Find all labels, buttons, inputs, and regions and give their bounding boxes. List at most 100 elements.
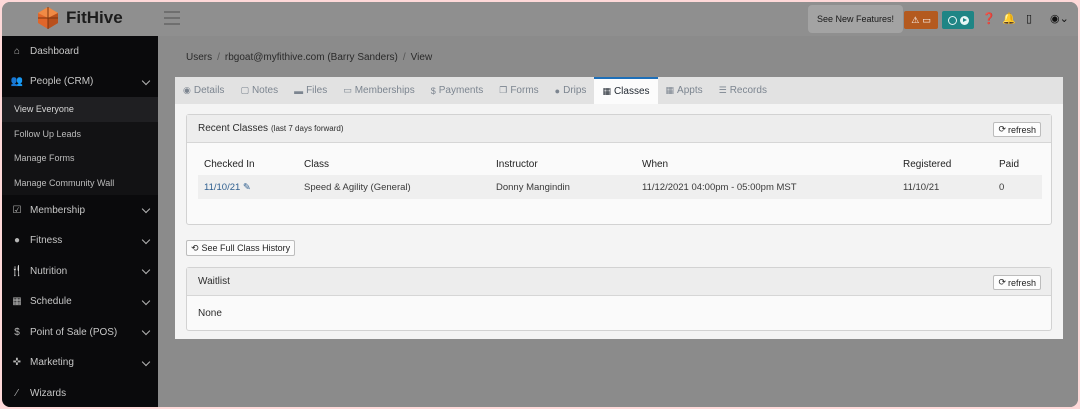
column-header: Paid [999, 158, 1020, 170]
tab-label: Payments [438, 85, 484, 96]
app-name: FitHive [66, 8, 123, 27]
calendar-icon: ▦ [12, 296, 22, 308]
timer-button[interactable] [942, 11, 974, 29]
refresh-button[interactable]: ⟳ refresh [993, 122, 1041, 137]
logo[interactable]: FitHive [36, 6, 123, 30]
sidebar-item-label: Nutrition [30, 265, 68, 277]
checkbox-icon: ☑ [12, 204, 22, 216]
tab-files[interactable]: ▬ Files [286, 77, 335, 104]
history-icon: ⟲ [191, 242, 199, 253]
card-icon: ▭ [922, 14, 931, 25]
chevron-down-icon [141, 204, 151, 214]
class-cell: Speed & Agility (General) [298, 175, 490, 199]
users-icon: 👥 [10, 76, 24, 88]
user-menu-icon[interactable]: ◉⌄ [1050, 13, 1069, 25]
paid-cell: 0 [993, 175, 1042, 199]
alert-button[interactable]: ⚠ ▭ [904, 11, 938, 29]
menu-toggle-icon[interactable] [164, 11, 180, 25]
chevron-down-icon [141, 235, 151, 244]
chevron-down-icon [141, 326, 151, 336]
sidebar-item-label: Fitness [30, 235, 63, 247]
refresh-label: refresh [1007, 124, 1036, 135]
column-header: When [642, 158, 669, 170]
recent-classes-subtitle: (last 7 days forward) [271, 124, 344, 133]
tab-payments[interactable]: $ Payments [423, 77, 491, 104]
id-card-icon: ▭ [343, 85, 352, 95]
column-header: Checked In [204, 158, 255, 170]
sidebar-subitem-view-everyone[interactable]: View Everyone [2, 97, 158, 122]
fitness-icon: ● [13, 235, 21, 247]
user-circle-icon: ◉ [183, 85, 191, 95]
sidebar-item-label: Wizards [30, 387, 67, 399]
edit-icon[interactable]: ✎ [243, 182, 251, 193]
tab-details[interactable]: ◉ Details [175, 77, 232, 104]
refresh-icon: ⟳ [998, 124, 1006, 134]
tab-label: Memberships [354, 85, 415, 96]
sidebar-item-nutrition[interactable]: 🍴 Nutrition [2, 256, 158, 287]
tab-label: Appts [677, 85, 703, 96]
sidebar-item-label: Membership [30, 204, 86, 216]
waitlist-empty-text: None [198, 308, 222, 319]
recent-classes-title: Recent Classes [198, 123, 269, 134]
sidebar-item-fitness[interactable]: ● Fitness [2, 226, 158, 257]
chevron-down-icon [141, 357, 151, 366]
sidebar-item-label: Dashboard [30, 45, 79, 57]
tab-forms[interactable]: ❐ Forms [491, 77, 546, 104]
sidebar-item-schedule[interactable]: ▦ Schedule [2, 287, 158, 318]
tab-label: Records [729, 85, 767, 96]
tab-classes[interactable]: ▦ Classes [594, 77, 658, 104]
refresh-button[interactable]: ⟳ refresh [993, 275, 1041, 290]
wand-icon: ⁄ [16, 387, 18, 399]
refresh-label: refresh [1007, 277, 1036, 288]
dollar-icon: $ [14, 326, 20, 338]
tab-label: Drips [563, 85, 587, 96]
drop-icon: ● [554, 85, 561, 96]
tab-memberships[interactable]: ▭ Memberships [335, 77, 423, 104]
dollar-icon: $ [430, 85, 436, 96]
chevron-down-icon [141, 296, 151, 305]
timer-icon [947, 15, 957, 25]
tab-label: Notes [251, 85, 279, 96]
breadcrumb-view: View [410, 52, 433, 63]
breadcrumb: Users / rbgoat@myfithive.com (Barry Sander… [186, 52, 433, 63]
main-content: Users / rbgoat@myfithive.com (Barry Sander… [158, 36, 1078, 407]
warning-icon: ⚠ [911, 14, 920, 25]
sidebar-subitem-follow-up-leads[interactable]: Follow Up Leads [2, 121, 158, 146]
sidebar-item-pos[interactable]: $ Point of Sale (POS) [2, 317, 158, 348]
bell-icon[interactable]: 🔔 [1002, 13, 1016, 25]
tab-drips[interactable]: ● Drips [547, 77, 595, 104]
tab-notes[interactable]: ▢ Notes [232, 77, 286, 104]
sidebar-subitem-manage-forms[interactable]: Manage Forms [2, 146, 158, 171]
sidebar-subitem-manage-community-wall[interactable]: Manage Community Wall [2, 170, 158, 195]
sidebar-item-wizards[interactable]: ⁄ Wizards [2, 378, 158, 407]
checked-in-cell[interactable]: 11/10/21 ✎ [198, 175, 298, 199]
help-icon[interactable]: ❓ [982, 13, 996, 25]
table-row: 11/10/21 ✎ Speed & Agility (General) Don… [198, 175, 1042, 199]
breadcrumb-users[interactable]: Users [186, 52, 212, 63]
column-header: Instructor [496, 158, 538, 170]
tab-records[interactable]: ☰ Records [711, 77, 775, 104]
breadcrumb-user[interactable]: rbgoat@myfithive.com (Barry Sanders) [225, 52, 398, 63]
tab-appts[interactable]: ▦ Appts [658, 77, 711, 104]
recent-classes-table: Checked In Class Instructor When Registe… [198, 153, 1042, 199]
chevron-down-icon [141, 76, 151, 85]
chevron-down-icon [141, 265, 151, 275]
full-class-history-button[interactable]: ⟲ See Full Class History [186, 240, 296, 256]
sidebar-item-people[interactable]: 👥 People (CRM) [2, 67, 158, 98]
waitlist-title: Waitlist [198, 276, 230, 287]
sidebar-item-membership[interactable]: ☑ Membership [2, 195, 158, 226]
column-header: Class [304, 158, 330, 170]
fithive-logo-icon [38, 7, 58, 29]
user-card: ◉ Details ▢ Notes ▬ Files ▭ Memberships $ Pay… [175, 77, 1063, 339]
copy-icon: ❐ [499, 85, 508, 95]
sidebar-item-marketing[interactable]: ✜ Marketing [2, 348, 158, 379]
sidebar-item-dashboard[interactable]: ⌂ Dashboard [2, 36, 158, 67]
checked-in-date[interactable]: 11/10/21 [204, 182, 240, 193]
table-header-row: Checked In Class Instructor When Registe… [198, 153, 1042, 175]
calendar-icon: ▦ [602, 86, 611, 96]
waitlist-header: Waitlist ⟳ refresh [187, 268, 1051, 296]
calendar-icon: ▦ [665, 85, 675, 95]
new-features-button[interactable]: See New Features! [808, 5, 904, 33]
sidebar-item-label: Schedule [30, 296, 72, 308]
tablet-icon[interactable]: ▯ [1026, 13, 1032, 25]
